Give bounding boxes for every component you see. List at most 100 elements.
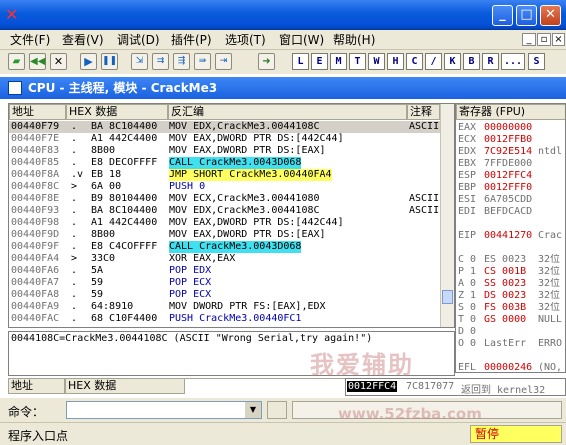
register-row[interactable]: ECX 0012FFB0 bbox=[456, 134, 565, 146]
dump-column-address[interactable]: 地址 bbox=[8, 378, 65, 394]
column-header-address[interactable]: 地址 bbox=[9, 104, 66, 120]
menu-view[interactable]: 查看(V) bbox=[62, 32, 104, 48]
disassembly-row[interactable]: 00440F98. A1 442C4400 MOV EAX,DWORD PTR DS… bbox=[9, 217, 440, 229]
step-over-icon[interactable]: ⇉ bbox=[152, 53, 169, 70]
register-row[interactable]: EAX 00000000 bbox=[456, 122, 565, 134]
dump-column-hex[interactable]: HEX 数据 bbox=[65, 378, 185, 394]
toolbar-breakpoints-button[interactable]: B bbox=[463, 53, 480, 70]
close-button[interactable]: ✕ bbox=[540, 5, 561, 26]
toolbar-references-button[interactable]: R bbox=[482, 53, 499, 70]
disassembly-row[interactable]: 00440F8E. B9 80104400 MOV ECX,CrackMe3.004… bbox=[9, 193, 440, 205]
toolbar-threads-button[interactable]: T bbox=[349, 53, 366, 70]
register-row[interactable] bbox=[456, 242, 565, 254]
disassembly-scrollbar[interactable] bbox=[440, 104, 454, 327]
disassembly-row[interactable]: 00440F79. BA 8C104400 MOV EDX,CrackMe3.004… bbox=[9, 121, 440, 133]
disassembly-row[interactable]: 00440FA7. 59 POP ECX bbox=[9, 277, 440, 289]
register-row[interactable]: O 0 LastErr ERRO bbox=[456, 338, 565, 350]
register-row[interactable]: EDX 7C92E514 ntdl bbox=[456, 146, 565, 158]
minimize-button[interactable]: _ bbox=[492, 5, 513, 26]
disassembly-row[interactable]: 00440F8C >6A 00 PUSH 0 bbox=[9, 181, 440, 193]
column-header-comment[interactable]: 注释 bbox=[407, 104, 440, 120]
close-program-icon[interactable]: ✕ bbox=[50, 53, 67, 70]
menu-file[interactable]: 文件(F) bbox=[10, 32, 50, 48]
register-name: EIP bbox=[458, 230, 477, 241]
step-into-icon[interactable]: ⇲ bbox=[131, 53, 148, 70]
toolbar-memory-button[interactable]: M bbox=[330, 53, 347, 70]
disassembly-row[interactable]: 00440FAC. 68 C10F4400 PUSH CrackMe3.00440F… bbox=[9, 313, 440, 325]
toolbar-patches-button[interactable]: / bbox=[425, 53, 442, 70]
register-row[interactable]: S 0 FS 003B 32位 bbox=[456, 302, 565, 314]
register-extra: 32位 bbox=[538, 278, 561, 289]
scrollbar-thumb[interactable] bbox=[442, 290, 453, 304]
dump-pane[interactable] bbox=[185, 378, 345, 394]
register-row[interactable]: EIP 00441270 Crac bbox=[456, 230, 565, 242]
column-header-hex[interactable]: HEX 数据 bbox=[66, 104, 168, 120]
disassembly-row[interactable]: 00440FA8. 59 POP ECX bbox=[9, 289, 440, 301]
register-row[interactable]: ESP 0012FFC4 bbox=[456, 170, 565, 182]
maximize-button[interactable]: □ bbox=[516, 5, 537, 26]
run-icon[interactable]: ▶ bbox=[80, 53, 97, 70]
toolbar-modules-button[interactable]: E bbox=[311, 53, 328, 70]
register-row[interactable]: C 0 ES 0023 32位 bbox=[456, 254, 565, 266]
register-row[interactable]: EBP 0012FFF0 bbox=[456, 182, 565, 194]
disassembly-row[interactable]: 00440F8A .v EB 18 JMP SHORT CrackMe3.00440F… bbox=[9, 169, 440, 181]
disassembly-row[interactable]: 00440FA6. 5A POP EDX bbox=[9, 265, 440, 277]
rewind-icon[interactable]: ◀◀ bbox=[29, 53, 46, 70]
row-address: 00440FA8 bbox=[11, 289, 60, 300]
registers-pane[interactable]: 寄存器 (FPU) EAX 00000000 ECX 0012FFB0 EDX 7C92E… bbox=[455, 103, 566, 373]
menu-debug[interactable]: 调试(D) bbox=[117, 32, 160, 48]
toolbar-windows-button[interactable]: W bbox=[368, 53, 385, 70]
register-row[interactable]: EBX 7FFDE000 bbox=[456, 158, 565, 170]
command-extra-button[interactable] bbox=[267, 401, 287, 419]
goto-icon[interactable]: ➜ bbox=[258, 53, 275, 70]
toolbar-log-button[interactable]: L bbox=[292, 53, 309, 70]
register-row[interactable]: ESI 6A705CDD bbox=[456, 194, 565, 206]
toolbar-cpu-button[interactable]: C bbox=[406, 53, 423, 70]
menu-plugins[interactable]: 插件(P) bbox=[171, 32, 212, 48]
disassembly-row[interactable]: 00440F7E. A1 442C4400 MOV EAX,DWORD PTR DS… bbox=[9, 133, 440, 145]
trace-over-icon[interactable]: ⇛ bbox=[194, 53, 211, 70]
stack-address[interactable]: 0012FFC4 bbox=[347, 381, 398, 392]
register-row[interactable]: Z 1 DS 0023 32位 bbox=[456, 290, 565, 302]
pause-icon[interactable]: ❚❚ bbox=[101, 53, 118, 70]
stack-pane[interactable]: 0012FFC4 7C817077 返回到 kernel32 bbox=[345, 378, 566, 396]
register-row[interactable]: EDI BEFDCACD bbox=[456, 206, 565, 218]
toolbar-source-button[interactable]: S bbox=[528, 53, 545, 70]
open-icon[interactable]: ▰ bbox=[8, 53, 25, 70]
command-input[interactable]: ▼ bbox=[66, 401, 262, 419]
menu-options[interactable]: 选项(T) bbox=[225, 32, 266, 48]
disassembly-row[interactable]: 00440F93. BA 8C104400 MOV EDX,CrackMe3.004… bbox=[9, 205, 440, 217]
column-header-disassembly[interactable]: 反汇编 bbox=[168, 104, 407, 120]
toolbar-runtrace-button[interactable]: ... bbox=[501, 53, 525, 70]
mdi-close-button[interactable]: × bbox=[552, 33, 565, 46]
command-dropdown-chevron-icon[interactable]: ▼ bbox=[245, 402, 261, 418]
register-row[interactable]: D 0 bbox=[456, 326, 565, 338]
row-disassembly: MOV EAX,DWORD PTR DS:[442C44] bbox=[169, 133, 344, 144]
disassembly-pane[interactable]: 地址 HEX 数据 反汇编 注释 00440F79. BA 8C104400 MOV… bbox=[8, 103, 455, 328]
menu-window[interactable]: 窗口(W) bbox=[279, 32, 324, 48]
register-row[interactable] bbox=[456, 218, 565, 230]
row-hex: 64:8910 bbox=[91, 301, 134, 312]
register-row[interactable]: T 0 GS 0000 NULL bbox=[456, 314, 565, 326]
register-row[interactable] bbox=[456, 350, 565, 362]
mdi-minimize-button[interactable]: _ bbox=[522, 33, 536, 46]
disassembly-row[interactable]: 00440FA4 >33C0 XOR EAX,EAX bbox=[9, 253, 440, 265]
disassembly-row[interactable]: 00440F9F. E8 C4COFFFF CALL CrackMe3.0043D0… bbox=[9, 241, 440, 253]
menu-help[interactable]: 帮助(H) bbox=[333, 32, 375, 48]
disassembly-row[interactable]: 00440F83. 8B00 MOV EAX,DWORD PTR DS:[EAX] bbox=[9, 145, 440, 157]
row-address: 00440FAC bbox=[11, 313, 60, 324]
disassembly-row[interactable]: 00440F85. E8 DECOFFFF CALL CrackMe3.0043D0… bbox=[9, 157, 440, 169]
row-disassembly: POP EDX bbox=[169, 265, 212, 276]
disassembly-row[interactable]: 00440FA9. 64:8910 MOV DWORD PTR FS:[EAX],E… bbox=[9, 301, 440, 313]
row-disassembly: MOV DWORD PTR FS:[EAX],EDX bbox=[169, 301, 326, 312]
register-row[interactable]: P 1 CS 001B 32位 bbox=[456, 266, 565, 278]
register-row[interactable]: EFL 00000246 (NO, bbox=[456, 362, 565, 372]
toolbar-handles-button[interactable]: H bbox=[387, 53, 404, 70]
register-row[interactable]: A 0 SS 0023 32位 bbox=[456, 278, 565, 290]
execute-till-return-icon[interactable]: ⇥ bbox=[215, 53, 232, 70]
mdi-restore-button[interactable]: ▫ bbox=[537, 33, 551, 46]
toolbar-callstack-button[interactable]: K bbox=[444, 53, 461, 70]
register-value: ES 0023 bbox=[484, 254, 527, 265]
disassembly-row[interactable]: 00440F9D. 8B00 MOV EAX,DWORD PTR DS:[EAX] bbox=[9, 229, 440, 241]
trace-into-icon[interactable]: ⇶ bbox=[173, 53, 190, 70]
